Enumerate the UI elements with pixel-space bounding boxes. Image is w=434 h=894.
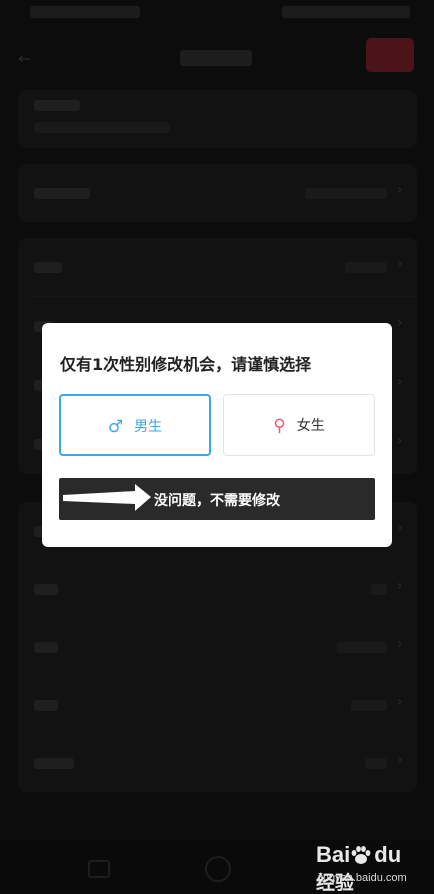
extra-row-2[interactable]: ›	[18, 560, 417, 618]
dialog-title: 仅有1次性别修改机会，请谨慎选择	[60, 355, 312, 374]
extra-label-5	[34, 758, 74, 769]
back-arrow-icon[interactable]: ←	[18, 51, 32, 67]
extra-value-5	[365, 758, 387, 769]
gender-value	[345, 262, 387, 273]
recent-apps-icon[interactable]	[88, 860, 110, 878]
sign-value	[305, 188, 387, 199]
extra-row-5[interactable]: ›	[18, 734, 417, 792]
nav-bar: ←	[0, 32, 434, 84]
no-change-confirm-button[interactable]: 没问题，不需要修改	[59, 478, 375, 520]
sign-row[interactable]: ›	[18, 164, 417, 222]
extra-row-4[interactable]: ›	[18, 676, 417, 734]
chevron-right-icon: ›	[397, 374, 403, 390]
gender-change-dialog: 仅有1次性别修改机会，请谨慎选择 ♂ 男生 ⚲ 女生 没问题，不需要修改	[42, 323, 392, 547]
watermark-url: jingyan.baidu.com	[318, 872, 407, 884]
personal-sign-card: ›	[18, 164, 417, 222]
status-bar	[0, 0, 434, 28]
chevron-right-icon: ›	[397, 315, 403, 331]
nickname-card	[18, 90, 417, 148]
extra-label-2	[34, 584, 58, 595]
screen: ← › › › › › › › › › › Bai du 经验 jingyan.…	[0, 0, 434, 894]
save-button[interactable]	[366, 38, 414, 72]
chevron-right-icon: ›	[397, 433, 403, 449]
confirm-label: 没问题，不需要修改	[154, 493, 280, 509]
male-option-content: ♂ 男生	[61, 416, 209, 436]
female-option-button[interactable]: ⚲ 女生	[223, 394, 375, 456]
status-icons	[282, 6, 410, 18]
chevron-right-icon: ›	[397, 182, 403, 198]
male-option-label: 男生	[134, 418, 163, 435]
chevron-right-icon: ›	[397, 752, 403, 768]
nickname-value	[34, 122, 170, 133]
chevron-right-icon: ›	[397, 520, 403, 536]
female-option-label: 女生	[296, 417, 325, 434]
chevron-right-icon: ›	[397, 694, 403, 710]
home-icon[interactable]	[205, 856, 231, 882]
extra-label-3	[34, 642, 58, 653]
chevron-right-icon: ›	[397, 578, 403, 594]
extra-value-3	[337, 642, 387, 653]
extra-row-3[interactable]: ›	[18, 618, 417, 676]
gender-label	[34, 262, 62, 273]
male-option-button[interactable]: ♂ 男生	[59, 394, 211, 456]
baidu-jingyan-watermark: Bai du 经验 jingyan.baidu.com	[316, 842, 426, 894]
nickname-label	[34, 100, 80, 111]
female-symbol-icon: ⚲	[273, 415, 286, 436]
gender-row[interactable]: ›	[18, 238, 417, 296]
paw-icon	[351, 846, 371, 864]
male-symbol-icon: ♂	[107, 416, 124, 437]
female-option-content: ⚲ 女生	[224, 415, 374, 435]
page-title	[180, 50, 252, 66]
nickname-row[interactable]	[18, 90, 417, 148]
sign-label	[34, 188, 90, 199]
chevron-right-icon: ›	[397, 256, 403, 272]
status-time	[30, 6, 140, 18]
chevron-right-icon: ›	[397, 636, 403, 652]
extra-label-4	[34, 700, 58, 711]
extra-value-2	[371, 584, 387, 595]
extra-value-4	[351, 700, 387, 711]
